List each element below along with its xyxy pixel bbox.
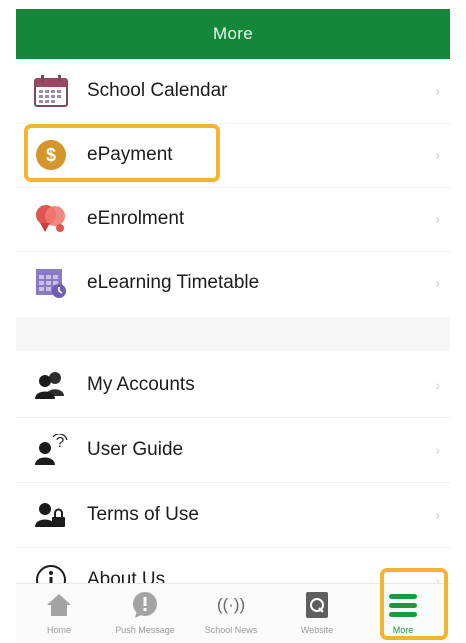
terms-lock-icon <box>34 498 68 532</box>
chevron-right-icon: › <box>435 83 440 99</box>
broadcast-glyph: ((·)) <box>216 595 246 614</box>
menu-item-label: Terms of Use <box>87 504 199 525</box>
page-title: More <box>213 24 253 43</box>
tab-label: School News <box>204 625 258 635</box>
menu-item-label: My Accounts <box>87 374 195 395</box>
menu-item-my-accounts[interactable]: My Accounts › <box>16 353 450 417</box>
timetable-icon <box>34 266 68 300</box>
highlight-box-more-tab <box>380 568 448 640</box>
tab-home[interactable]: Home <box>16 584 102 643</box>
highlight-box-epayment <box>24 124 220 182</box>
menu-item-school-calendar[interactable]: School Calendar › <box>16 59 450 123</box>
message-icon <box>130 590 160 620</box>
tab-label: Website <box>300 625 334 635</box>
tab-label: Home <box>46 625 71 635</box>
menu-item-label: School Calendar <box>87 80 228 101</box>
menu-item-eenrolment[interactable]: eEnrolment › <box>16 187 450 251</box>
menu-item-label: eLearning Timetable <box>87 272 260 293</box>
chevron-right-icon: › <box>435 211 440 227</box>
calendar-icon <box>34 74 68 108</box>
more-screen: More School Calendar › $ ePayment › eEnr… <box>16 9 450 643</box>
chevron-right-icon: › <box>435 507 440 523</box>
chevron-right-icon: › <box>435 275 440 291</box>
user-guide-icon: ? <box>34 433 68 467</box>
website-icon <box>305 590 329 620</box>
chevron-right-icon: › <box>435 377 440 393</box>
tab-label: Push Message <box>115 625 175 635</box>
tab-website[interactable]: Website <box>274 584 360 643</box>
menu-item-elearning-timetable[interactable]: eLearning Timetable › <box>16 251 450 315</box>
tab-push-message[interactable]: Push Message <box>102 584 188 643</box>
broadcast-icon: ((·)) <box>217 590 245 620</box>
svg-text:?: ? <box>56 434 64 451</box>
home-icon <box>45 590 73 620</box>
menu-item-terms-of-use[interactable]: Terms of Use › <box>16 483 450 547</box>
accounts-icon <box>34 368 68 402</box>
section-separator <box>16 317 450 351</box>
chevron-right-icon: › <box>435 442 440 458</box>
menu-item-user-guide[interactable]: ? User Guide › <box>16 418 450 482</box>
enrolment-icon <box>34 202 68 236</box>
chevron-right-icon: › <box>435 147 440 163</box>
menu-item-label: User Guide <box>87 439 184 460</box>
menu-item-label: eEnrolment <box>87 208 185 229</box>
tab-school-news[interactable]: ((·)) School News <box>188 584 274 643</box>
page-header: More <box>16 9 450 59</box>
